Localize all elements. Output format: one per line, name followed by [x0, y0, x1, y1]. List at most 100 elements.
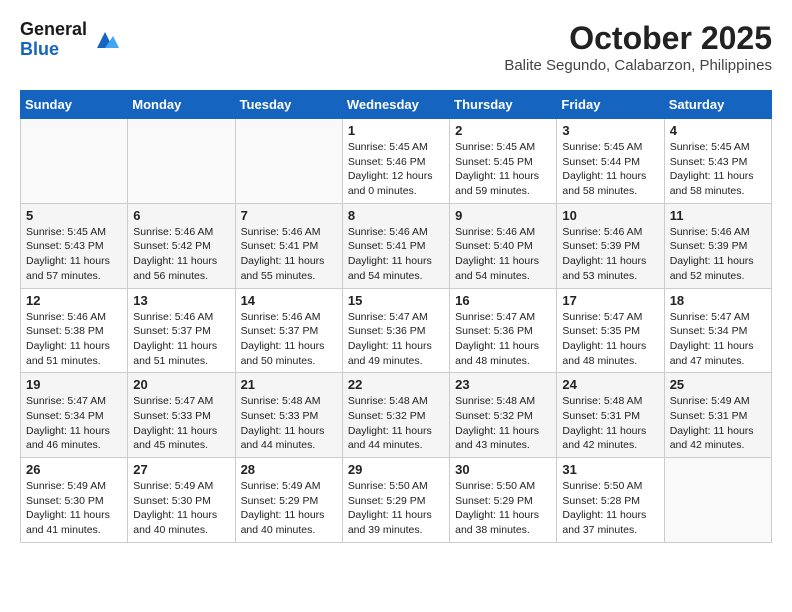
day-number: 1: [348, 123, 444, 138]
day-info: Sunrise: 5:45 AM Sunset: 5:43 PM Dayligh…: [26, 225, 122, 284]
day-info: Sunrise: 5:47 AM Sunset: 5:36 PM Dayligh…: [455, 310, 551, 369]
day-info: Sunrise: 5:46 AM Sunset: 5:39 PM Dayligh…: [562, 225, 658, 284]
title-section: October 2025 Balite Segundo, Calabarzon,…: [504, 20, 772, 74]
day-info: Sunrise: 5:49 AM Sunset: 5:30 PM Dayligh…: [133, 479, 229, 538]
logo-general: General: [20, 20, 87, 40]
day-info: Sunrise: 5:46 AM Sunset: 5:37 PM Dayligh…: [241, 310, 337, 369]
calendar-cell: 12 Sunrise: 5:46 AM Sunset: 5:38 PM Dayli…: [21, 288, 128, 373]
day-number: 5: [26, 208, 122, 223]
calendar-cell: 26Sunrise: 5:49 AM Sunset: 5:30 PM Dayli…: [21, 458, 128, 543]
day-info: Sunrise: 5:50 AM Sunset: 5:28 PM Dayligh…: [562, 479, 658, 538]
calendar-week-2: 5 Sunrise: 5:45 AM Sunset: 5:43 PM Daylig…: [21, 203, 772, 288]
calendar-cell: 13 Sunrise: 5:46 AM Sunset: 5:37 PM Dayli…: [128, 288, 235, 373]
calendar-cell: 15 Sunrise: 5:47 AM Sunset: 5:36 PM Dayli…: [342, 288, 449, 373]
day-number: 27: [133, 462, 229, 477]
calendar-cell: 6 Sunrise: 5:46 AM Sunset: 5:42 PM Daylig…: [128, 203, 235, 288]
calendar-cell: 11 Sunrise: 5:46 AM Sunset: 5:39 PM Dayli…: [664, 203, 771, 288]
calendar-cell: [664, 458, 771, 543]
day-number: 6: [133, 208, 229, 223]
day-info: Sunrise: 5:47 AM Sunset: 5:36 PM Dayligh…: [348, 310, 444, 369]
calendar-cell: 4 Sunrise: 5:45 AM Sunset: 5:43 PM Daylig…: [664, 119, 771, 204]
day-number: 19: [26, 377, 122, 392]
day-number: 25: [670, 377, 766, 392]
calendar-cell: 22 Sunrise: 5:48 AM Sunset: 5:32 PM Dayli…: [342, 373, 449, 458]
day-number: 18: [670, 293, 766, 308]
day-number: 10: [562, 208, 658, 223]
day-info: Sunrise: 5:47 AM Sunset: 5:33 PM Dayligh…: [133, 394, 229, 453]
day-info: Sunrise: 5:48 AM Sunset: 5:32 PM Dayligh…: [348, 394, 444, 453]
day-number: 11: [670, 208, 766, 223]
day-number: 28: [241, 462, 337, 477]
day-number: 12: [26, 293, 122, 308]
calendar-cell: 30 Sunrise: 5:50 AM Sunset: 5:29 PM Dayli…: [450, 458, 557, 543]
calendar-cell: 28Sunrise: 5:49 AM Sunset: 5:29 PM Dayli…: [235, 458, 342, 543]
day-info: Sunrise: 5:48 AM Sunset: 5:32 PM Dayligh…: [455, 394, 551, 453]
day-info: Sunrise: 5:47 AM Sunset: 5:35 PM Dayligh…: [562, 310, 658, 369]
calendar-cell: 3 Sunrise: 5:45 AM Sunset: 5:44 PM Daylig…: [557, 119, 664, 204]
location: Balite Segundo, Calabarzon, Philippines: [504, 57, 772, 74]
weekday-header-tuesday: Tuesday: [235, 91, 342, 119]
calendar-cell: 2 Sunrise: 5:45 AM Sunset: 5:45 PM Daylig…: [450, 119, 557, 204]
weekday-header-saturday: Saturday: [664, 91, 771, 119]
day-info: Sunrise: 5:46 AM Sunset: 5:38 PM Dayligh…: [26, 310, 122, 369]
day-number: 29: [348, 462, 444, 477]
day-number: 23: [455, 377, 551, 392]
day-info: Sunrise: 5:46 AM Sunset: 5:41 PM Dayligh…: [241, 225, 337, 284]
page-header: General Blue October 2025 Balite Segundo…: [20, 20, 772, 74]
day-info: Sunrise: 5:46 AM Sunset: 5:37 PM Dayligh…: [133, 310, 229, 369]
day-info: Sunrise: 5:46 AM Sunset: 5:42 PM Dayligh…: [133, 225, 229, 284]
logo-blue: Blue: [20, 40, 87, 60]
day-number: 16: [455, 293, 551, 308]
calendar-cell: 10 Sunrise: 5:46 AM Sunset: 5:39 PM Dayli…: [557, 203, 664, 288]
weekday-header-thursday: Thursday: [450, 91, 557, 119]
day-info: Sunrise: 5:48 AM Sunset: 5:33 PM Dayligh…: [241, 394, 337, 453]
day-number: 3: [562, 123, 658, 138]
day-info: Sunrise: 5:47 AM Sunset: 5:34 PM Dayligh…: [26, 394, 122, 453]
day-info: Sunrise: 5:45 AM Sunset: 5:43 PM Dayligh…: [670, 140, 766, 199]
calendar-table: SundayMondayTuesdayWednesdayThursdayFrid…: [20, 90, 772, 543]
calendar-cell: 20Sunrise: 5:47 AM Sunset: 5:33 PM Dayli…: [128, 373, 235, 458]
day-number: 21: [241, 377, 337, 392]
calendar-cell: 18 Sunrise: 5:47 AM Sunset: 5:34 PM Dayli…: [664, 288, 771, 373]
day-info: Sunrise: 5:45 AM Sunset: 5:45 PM Dayligh…: [455, 140, 551, 199]
weekday-header-sunday: Sunday: [21, 91, 128, 119]
calendar-week-1: 1Sunrise: 5:45 AM Sunset: 5:46 PM Daylig…: [21, 119, 772, 204]
calendar-cell: 1Sunrise: 5:45 AM Sunset: 5:46 PM Daylig…: [342, 119, 449, 204]
day-info: Sunrise: 5:46 AM Sunset: 5:40 PM Dayligh…: [455, 225, 551, 284]
day-info: Sunrise: 5:45 AM Sunset: 5:44 PM Dayligh…: [562, 140, 658, 199]
day-number: 13: [133, 293, 229, 308]
calendar-week-4: 19 Sunrise: 5:47 AM Sunset: 5:34 PM Dayli…: [21, 373, 772, 458]
day-number: 8: [348, 208, 444, 223]
weekday-header-monday: Monday: [128, 91, 235, 119]
calendar-cell: [21, 119, 128, 204]
calendar-cell: 16 Sunrise: 5:47 AM Sunset: 5:36 PM Dayli…: [450, 288, 557, 373]
day-number: 22: [348, 377, 444, 392]
day-number: 2: [455, 123, 551, 138]
day-info: Sunrise: 5:47 AM Sunset: 5:34 PM Dayligh…: [670, 310, 766, 369]
calendar-week-3: 12 Sunrise: 5:46 AM Sunset: 5:38 PM Dayli…: [21, 288, 772, 373]
day-info: Sunrise: 5:49 AM Sunset: 5:30 PM Dayligh…: [26, 479, 122, 538]
calendar-cell: [235, 119, 342, 204]
calendar-cell: 25 Sunrise: 5:49 AM Sunset: 5:31 PM Dayli…: [664, 373, 771, 458]
calendar-cell: 14Sunrise: 5:46 AM Sunset: 5:37 PM Dayli…: [235, 288, 342, 373]
calendar-body: 1Sunrise: 5:45 AM Sunset: 5:46 PM Daylig…: [21, 119, 772, 543]
calendar-cell: [128, 119, 235, 204]
calendar-cell: 8Sunrise: 5:46 AM Sunset: 5:41 PM Daylig…: [342, 203, 449, 288]
calendar-cell: 21 Sunrise: 5:48 AM Sunset: 5:33 PM Dayli…: [235, 373, 342, 458]
weekday-header-wednesday: Wednesday: [342, 91, 449, 119]
day-number: 24: [562, 377, 658, 392]
day-info: Sunrise: 5:48 AM Sunset: 5:31 PM Dayligh…: [562, 394, 658, 453]
day-info: Sunrise: 5:46 AM Sunset: 5:39 PM Dayligh…: [670, 225, 766, 284]
weekday-header-friday: Friday: [557, 91, 664, 119]
logo: General Blue: [20, 20, 119, 60]
calendar-week-5: 26Sunrise: 5:49 AM Sunset: 5:30 PM Dayli…: [21, 458, 772, 543]
day-info: Sunrise: 5:49 AM Sunset: 5:31 PM Dayligh…: [670, 394, 766, 453]
calendar-cell: 7Sunrise: 5:46 AM Sunset: 5:41 PM Daylig…: [235, 203, 342, 288]
day-number: 9: [455, 208, 551, 223]
calendar-cell: 31 Sunrise: 5:50 AM Sunset: 5:28 PM Dayli…: [557, 458, 664, 543]
day-number: 30: [455, 462, 551, 477]
day-number: 4: [670, 123, 766, 138]
day-number: 31: [562, 462, 658, 477]
day-info: Sunrise: 5:50 AM Sunset: 5:29 PM Dayligh…: [455, 479, 551, 538]
day-number: 15: [348, 293, 444, 308]
